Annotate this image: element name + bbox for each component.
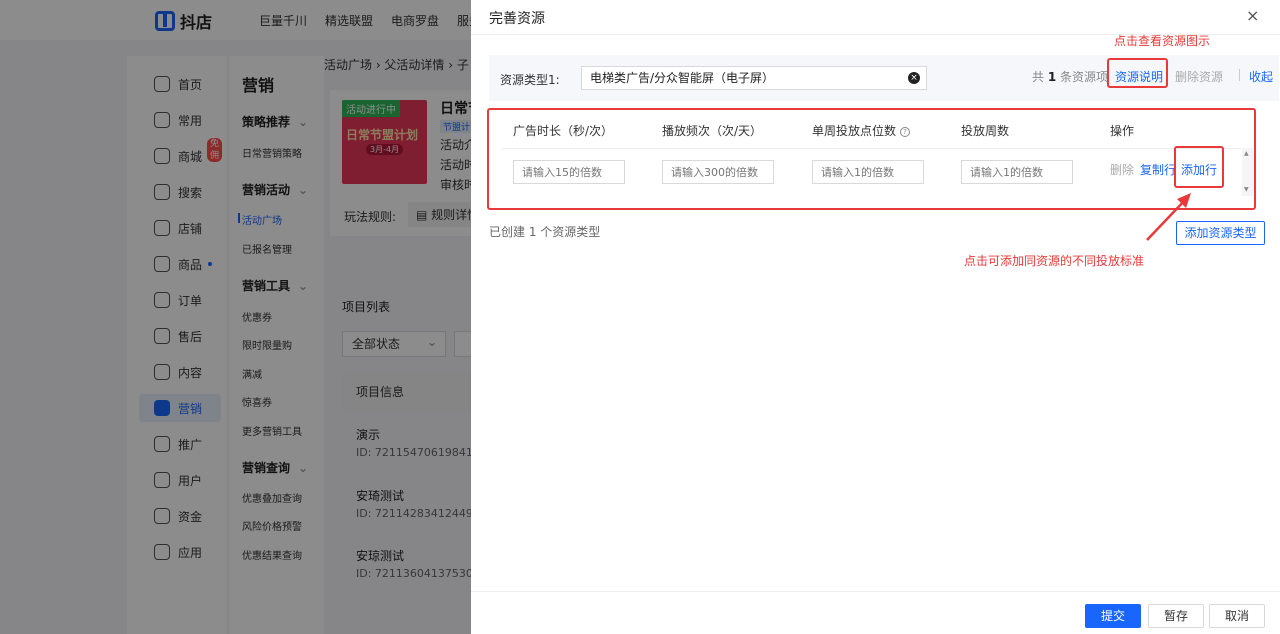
resource-type-label: 资源类型1: — [500, 73, 560, 87]
annotation-bottom: 点击可添加同资源的不同投放标准 — [964, 254, 1145, 268]
delete-resource-link[interactable]: 删除资源 — [1175, 68, 1223, 85]
submit-button[interactable]: 提交 — [1085, 604, 1141, 628]
close-icon[interactable]: × — [1246, 6, 1259, 25]
clear-icon[interactable]: × — [908, 72, 920, 84]
annotation-box-resource-desc — [1107, 58, 1168, 88]
count-value: 1 — [1047, 70, 1057, 84]
count-suffix: 条资源项 — [1060, 70, 1109, 84]
drawer-title: 完善资源 — [489, 11, 545, 27]
created-count-text: 已创建 1 个资源类型 — [489, 225, 601, 239]
resource-type-value: 电梯类广告/分众智能屏（电子屏） — [590, 71, 775, 85]
save-draft-button[interactable]: 暂存 — [1148, 604, 1204, 628]
cancel-button[interactable]: 取消 — [1209, 604, 1265, 628]
divider — [1239, 69, 1240, 81]
count-prefix: 共 — [1032, 70, 1045, 84]
modal-mask[interactable] — [0, 0, 471, 634]
divider — [471, 591, 1280, 592]
resource-drawer: 完善资源 × 资源类型1: 电梯类广告/分众智能屏（电子屏） × 共 1 条资源… — [471, 0, 1280, 634]
annotation-box-add-row — [1174, 146, 1224, 188]
resource-type-select[interactable]: 电梯类广告/分众智能屏（电子屏） × — [581, 66, 927, 90]
annotation-top: 点击查看资源图示 — [1114, 34, 1211, 48]
collapse-link[interactable]: 收起 — [1249, 68, 1273, 85]
resource-count: 共 1 条资源项 — [1032, 68, 1108, 85]
annotation-arrow-icon — [1146, 193, 1191, 241]
